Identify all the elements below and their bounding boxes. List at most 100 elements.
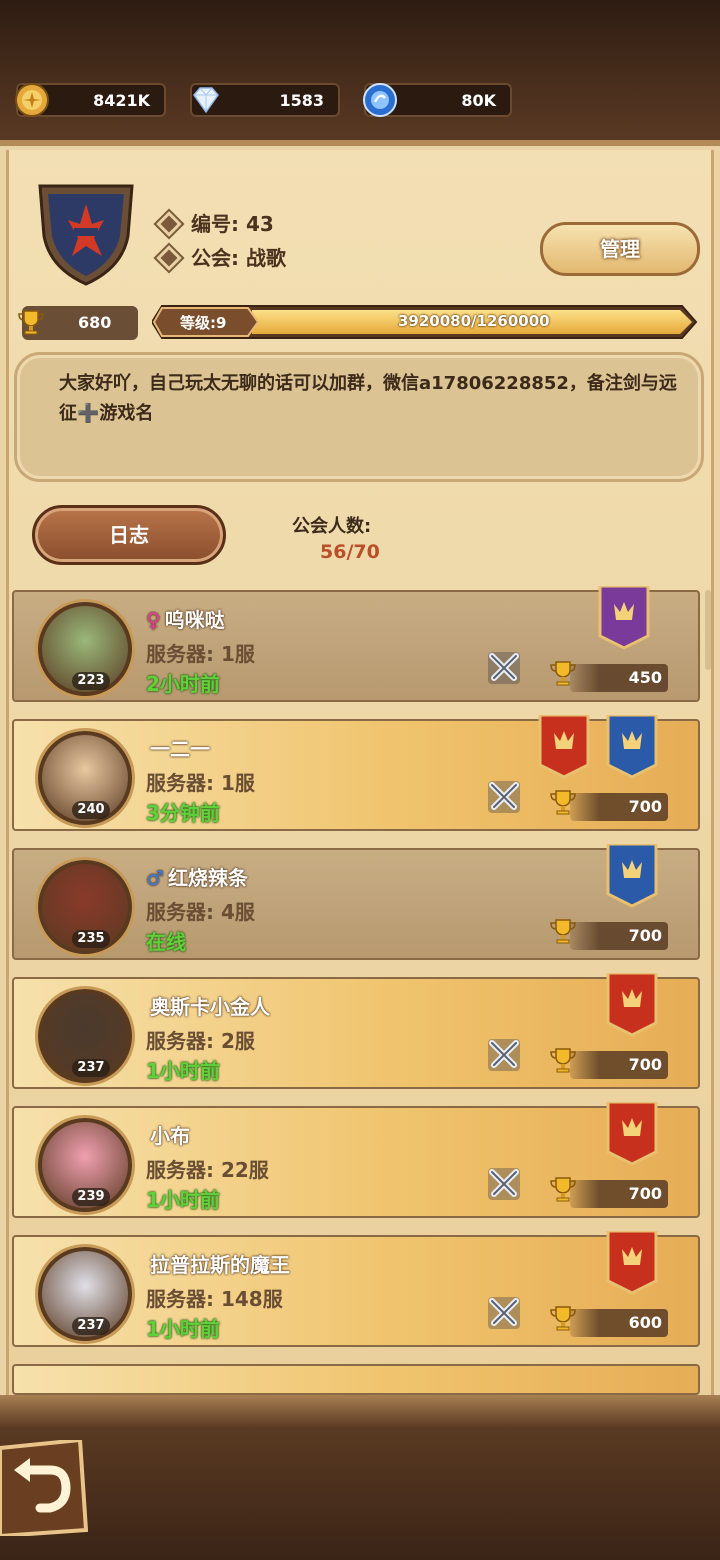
member-server: 服务器: 22服 (146, 1158, 269, 1182)
member-name: 红烧辣条 (167, 866, 248, 890)
guild-exp-text: 3920080/1260000 (398, 312, 550, 330)
member-name: 小布 (150, 1124, 190, 1148)
trophy-icon (550, 1177, 576, 1202)
guild-id: 编号: 43 (191, 212, 274, 236)
trophy-icon (550, 1306, 576, 1331)
crossed-swords-icon[interactable] (484, 1293, 524, 1333)
bullet-diamond-icon (160, 249, 178, 266)
blue-orb-icon (363, 83, 397, 117)
member-name-line: 奥斯卡小金人 (146, 991, 270, 1020)
member-row[interactable]: 237 奥斯卡小金人 服务器: 2服 1小时前 700 (12, 973, 700, 1089)
diamond-value: 1583 (279, 91, 324, 110)
rank-banner-icon (606, 1102, 658, 1166)
guild-description-box: 大家好吖，自己玩太无聊的话可以加群，微信a17806228852，备注剑与远征➕… (14, 352, 704, 482)
member-avatar[interactable]: 223 (38, 602, 132, 696)
member-list-scrollbar[interactable] (705, 590, 711, 670)
diamond-icon (193, 87, 219, 114)
member-avatar[interactable]: 237 (38, 1247, 132, 1341)
member-row[interactable]: 223 ♀ 呜咪哒 服务器: 1服 2小时前 450 (12, 586, 700, 702)
member-score: 700 (570, 1051, 668, 1079)
gender-icon: ♀ (146, 608, 161, 632)
member-score: 700 (570, 922, 668, 950)
crossed-swords-icon[interactable] (484, 1164, 524, 1204)
member-status: 2小时前 (146, 672, 220, 696)
member-row[interactable]: 237 拉普拉斯的魔王 服务器: 148服 1小时前 600 (12, 1231, 700, 1347)
member-score: 700 (570, 1180, 668, 1208)
trophy-icon (550, 919, 576, 944)
rank-banner-icon (538, 715, 590, 779)
guild-emblem-icon (38, 184, 134, 286)
guild-level-label: 等级:9 (180, 314, 227, 332)
rank-banner-icon (606, 715, 658, 779)
member-name: 一二一 (150, 737, 210, 761)
member-level-badge: 239 (72, 1188, 110, 1206)
crossed-swords-icon[interactable] (484, 648, 524, 688)
guild-level-bar: 等级:9 3920080/1260000 (152, 302, 698, 342)
member-avatar[interactable]: 240 (38, 731, 132, 825)
member-score: 600 (570, 1309, 668, 1337)
gender-icon: ♂ (146, 866, 164, 890)
member-score: 700 (570, 793, 668, 821)
guild-trophy-value: 680 (78, 313, 112, 332)
member-row[interactable]: 240 一二一 服务器: 1服 3分钟前 700 (12, 715, 700, 831)
diamond-resource[interactable]: 1583 (190, 83, 340, 117)
member-level-badge: 235 (72, 930, 110, 948)
member-row[interactable]: 239 小布 服务器: 22服 1小时前 700 (12, 1102, 700, 1218)
member-avatar[interactable]: 235 (38, 860, 132, 954)
trophy-icon (18, 310, 44, 335)
member-avatar[interactable]: 237 (38, 989, 132, 1083)
orb-resource[interactable]: 80K (363, 83, 512, 117)
orb-value: 80K (461, 91, 496, 110)
bottom-bar (0, 1395, 720, 1560)
member-server: 服务器: 2服 (146, 1029, 255, 1053)
gold-resource[interactable]: 8421K (15, 83, 166, 117)
back-arrow-icon[interactable] (0, 1440, 88, 1536)
member-status: 1小时前 (146, 1317, 220, 1341)
trophy-icon (550, 661, 576, 686)
member-row[interactable] (12, 1364, 700, 1395)
bullet-diamond-icon (160, 215, 178, 232)
trophy-icon (550, 790, 576, 815)
guild-id-line: 编号: 43 (160, 208, 274, 237)
guild-name: 公会: 战歌 (191, 246, 286, 270)
member-server: 服务器: 1服 (146, 771, 255, 795)
member-status: 3分钟前 (146, 801, 220, 825)
member-level-badge: 237 (72, 1059, 110, 1077)
member-level-badge: 223 (72, 672, 110, 690)
member-name: 呜咪哒 (164, 608, 225, 632)
member-server: 服务器: 4服 (146, 900, 255, 924)
member-name-line: 小布 (146, 1120, 190, 1149)
member-count-label: 公会人数: (292, 516, 372, 537)
member-status: 在线 (146, 930, 186, 954)
guild-trophy-box: 680 (18, 306, 138, 340)
member-server: 服务器: 1服 (146, 642, 255, 666)
guild-description: 大家好吖，自己玩太无聊的话可以加群，微信a17806228852，备注剑与远征➕… (59, 373, 677, 424)
member-name-line: ♀ 呜咪哒 (146, 604, 225, 633)
member-status: 1小时前 (146, 1188, 220, 1212)
member-name-line: ♂ 红烧辣条 (146, 862, 248, 891)
gold-coin-icon (15, 83, 49, 117)
top-resource-bar (0, 0, 720, 145)
member-level-badge: 237 (72, 1317, 110, 1335)
member-score: 450 (570, 664, 668, 692)
rank-banner-icon (598, 586, 650, 650)
member-status: 1小时前 (146, 1059, 220, 1083)
log-button[interactable]: 日志 (32, 505, 226, 565)
member-name-line: 拉普拉斯的魔王 (146, 1249, 290, 1278)
member-name-line: 一二一 (146, 733, 210, 762)
member-level-badge: 240 (72, 801, 110, 819)
rank-banner-icon (606, 844, 658, 908)
manage-button[interactable]: 管理 (540, 222, 700, 276)
member-row[interactable]: 235 ♂ 红烧辣条 服务器: 4服 在线 700 (12, 844, 700, 960)
member-count-value: 56/70 (320, 541, 380, 563)
crossed-swords-icon[interactable] (484, 777, 524, 817)
rank-banner-icon (606, 1231, 658, 1295)
trophy-icon (550, 1048, 576, 1073)
member-avatar[interactable]: 239 (38, 1118, 132, 1212)
rank-banner-icon (606, 973, 658, 1037)
member-name: 奥斯卡小金人 (150, 995, 270, 1019)
gold-value: 8421K (93, 91, 150, 110)
member-server: 服务器: 148服 (146, 1287, 283, 1311)
member-name: 拉普拉斯的魔王 (150, 1253, 290, 1277)
crossed-swords-icon[interactable] (484, 1035, 524, 1075)
